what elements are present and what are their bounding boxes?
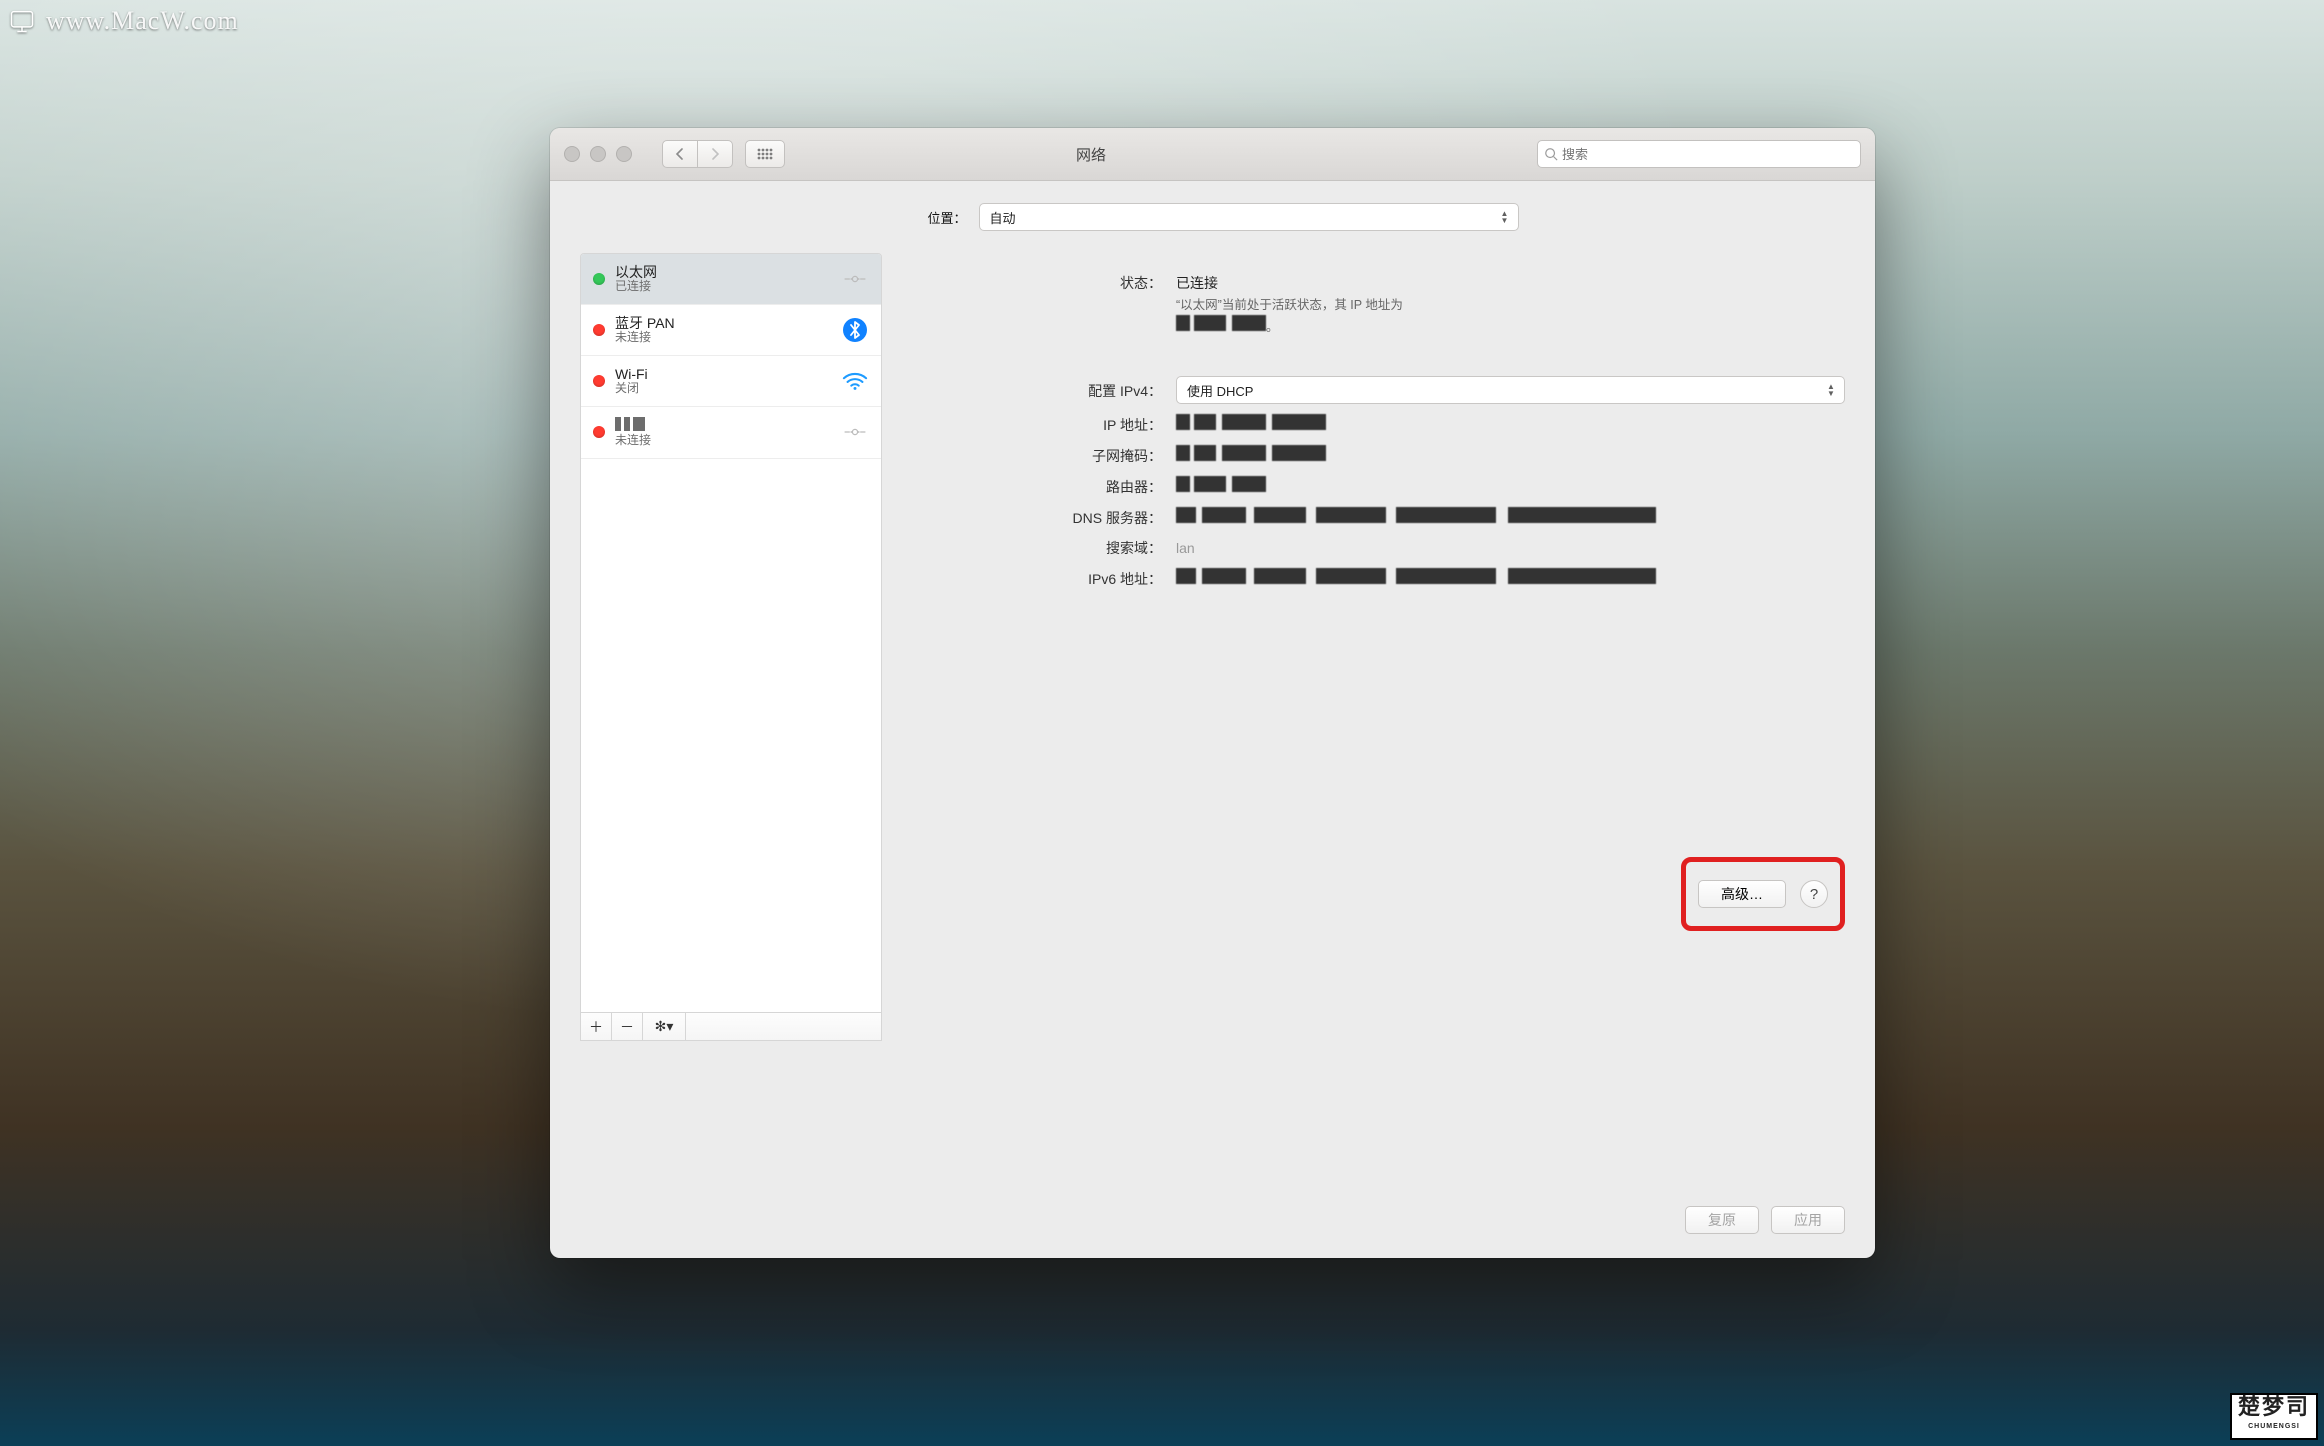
search-input[interactable] <box>1562 147 1854 162</box>
service-actions-button[interactable]: ✻▾ <box>643 1013 686 1040</box>
ip-label: IP 地址： <box>902 415 1162 435</box>
wifi-icon <box>841 367 869 395</box>
bottom-watermark: 楚梦司 CHUMENGSI <box>2230 1393 2318 1440</box>
chevron-updown-icon: ▲▼ <box>1496 206 1514 228</box>
advanced-highlight: 高级… ? <box>1681 857 1845 931</box>
add-service-button[interactable]: ＋ <box>581 1013 612 1040</box>
prefs-window: 网络 位置： 自动 ▲▼ 以太网 <box>550 128 1875 1258</box>
router-label: 路由器： <box>902 477 1162 497</box>
status-subtext: “以太网”当前处于活跃状态，其 IP 地址为 。 <box>1176 297 1845 336</box>
search-domain-label: 搜索域： <box>902 538 1162 558</box>
redacted-text <box>1176 315 1266 331</box>
service-item-ethernet[interactable]: 以太网 已连接 <box>581 254 881 305</box>
window-title: 网络 <box>657 144 1525 165</box>
redacted-text <box>1176 507 1656 523</box>
redacted-text <box>1176 476 1266 492</box>
status-dot-icon <box>593 375 605 387</box>
search-icon <box>1544 147 1558 161</box>
bluetooth-icon <box>841 316 869 344</box>
ethernet-icon <box>841 418 869 446</box>
detail-pane: 状态： 已连接 “以太网”当前处于活跃状态，其 IP 地址为 。 配 <box>902 253 1845 1041</box>
status-label: 状态： <box>902 273 1162 293</box>
location-value: 自动 <box>990 208 1016 227</box>
advanced-button[interactable]: 高级… <box>1698 880 1786 908</box>
config-ipv4-select[interactable]: 使用 DHCP ▲▼ <box>1176 376 1845 404</box>
subnet-label: 子网掩码： <box>902 446 1162 466</box>
redacted-text <box>1176 568 1656 584</box>
close-traffic[interactable] <box>564 146 580 162</box>
location-label: 位置： <box>907 208 967 227</box>
revert-button[interactable]: 复原 <box>1685 1206 1759 1234</box>
location-select[interactable]: 自动 ▲▼ <box>979 203 1519 231</box>
dns-label: DNS 服务器： <box>902 508 1162 528</box>
status-value: 已连接 <box>1176 273 1845 293</box>
config-ipv4-value: 使用 DHCP <box>1187 381 1253 400</box>
zoom-traffic[interactable] <box>616 146 632 162</box>
search-domain-value: lan <box>1176 540 1195 556</box>
redacted-text <box>615 417 673 431</box>
help-button[interactable]: ? <box>1800 880 1828 908</box>
remove-service-button[interactable]: － <box>612 1013 643 1040</box>
service-sidebar: 以太网 已连接 蓝牙 PAN 未连接 <box>580 253 882 1041</box>
minimize-traffic[interactable] <box>590 146 606 162</box>
service-item-redacted[interactable]: 未连接 <box>581 407 881 459</box>
ipv6-label: IPv6 地址： <box>902 569 1162 589</box>
status-dot-icon <box>593 273 605 285</box>
apply-button[interactable]: 应用 <box>1771 1206 1845 1234</box>
search-field[interactable] <box>1537 140 1861 168</box>
titlebar: 网络 <box>550 128 1875 181</box>
top-watermark-text: www.MacW.com <box>46 6 239 36</box>
service-item-bluetooth-pan[interactable]: 蓝牙 PAN 未连接 <box>581 305 881 356</box>
redacted-text <box>1176 445 1326 461</box>
service-item-wifi[interactable]: Wi-Fi 关闭 <box>581 356 881 407</box>
top-watermark: www.MacW.com <box>8 6 239 36</box>
redacted-text <box>1176 414 1326 430</box>
config-ipv4-label: 配置 IPv4： <box>902 381 1162 401</box>
sidebar-footer: ＋ － ✻▾ <box>580 1012 882 1041</box>
status-dot-icon <box>593 324 605 336</box>
status-dot-icon <box>593 426 605 438</box>
chevron-updown-icon: ▲▼ <box>1822 379 1840 401</box>
traffic-lights[interactable] <box>564 146 632 162</box>
ethernet-icon <box>841 265 869 293</box>
